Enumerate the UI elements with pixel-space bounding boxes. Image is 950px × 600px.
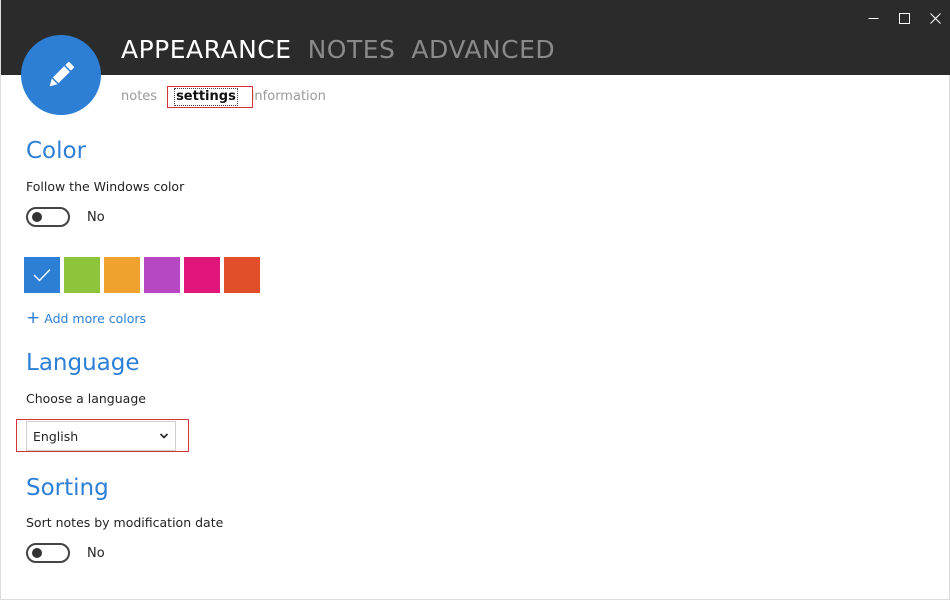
color-swatches xyxy=(24,257,260,293)
swatch-pink[interactable] xyxy=(184,257,220,293)
sort-by-date-label: Sort notes by modification date xyxy=(26,515,224,530)
chevron-down-icon xyxy=(159,433,169,439)
toggle-knob xyxy=(32,212,42,222)
subtab-information[interactable]: information xyxy=(251,87,326,107)
swatch-green[interactable] xyxy=(64,257,100,293)
pencil-icon xyxy=(49,61,75,87)
app-window: APPEARANCE NOTES ADVANCED notes settings… xyxy=(0,0,950,600)
subtab-settings-label: settings xyxy=(174,88,238,106)
main-tabs: APPEARANCE NOTES ADVANCED xyxy=(121,34,555,66)
swatch-red[interactable] xyxy=(224,257,260,293)
header-bar: APPEARANCE NOTES ADVANCED xyxy=(1,0,950,75)
sorting-section-title: Sorting xyxy=(26,475,109,501)
subtab-notes[interactable]: notes xyxy=(121,87,157,107)
follow-windows-color-state: No xyxy=(87,209,105,225)
sub-tabs: notes settings information xyxy=(121,86,326,108)
follow-windows-color-row: No xyxy=(26,207,105,227)
tab-notes[interactable]: NOTES xyxy=(308,34,396,66)
window-controls xyxy=(858,0,950,36)
choose-language-label: Choose a language xyxy=(26,391,146,406)
tab-appearance[interactable]: APPEARANCE xyxy=(121,34,292,66)
language-section-title: Language xyxy=(26,350,140,376)
close-icon[interactable] xyxy=(920,0,950,36)
add-more-colors-link[interactable]: + Add more colors xyxy=(26,308,147,328)
sort-by-date-toggle[interactable] xyxy=(26,543,70,563)
language-select-value: English xyxy=(33,428,79,444)
add-more-colors-label: Add more colors xyxy=(44,310,147,326)
follow-windows-color-label: Follow the Windows color xyxy=(26,179,185,194)
color-section-title: Color xyxy=(26,138,87,164)
maximize-icon[interactable] xyxy=(889,0,920,36)
tab-advanced[interactable]: ADVANCED xyxy=(411,34,555,66)
swatch-blue[interactable] xyxy=(24,257,60,293)
follow-windows-color-toggle[interactable] xyxy=(26,207,70,227)
swatch-purple[interactable] xyxy=(144,257,180,293)
app-logo xyxy=(21,35,101,115)
sort-by-date-row: No xyxy=(26,543,105,563)
check-icon xyxy=(33,269,51,282)
minimize-icon[interactable] xyxy=(858,0,889,36)
language-select[interactable]: English xyxy=(26,421,176,451)
sort-by-date-state: No xyxy=(87,545,105,561)
subtab-settings[interactable]: settings xyxy=(167,86,253,108)
plus-icon: + xyxy=(26,308,41,328)
toggle-knob xyxy=(32,548,42,558)
swatch-orange[interactable] xyxy=(104,257,140,293)
